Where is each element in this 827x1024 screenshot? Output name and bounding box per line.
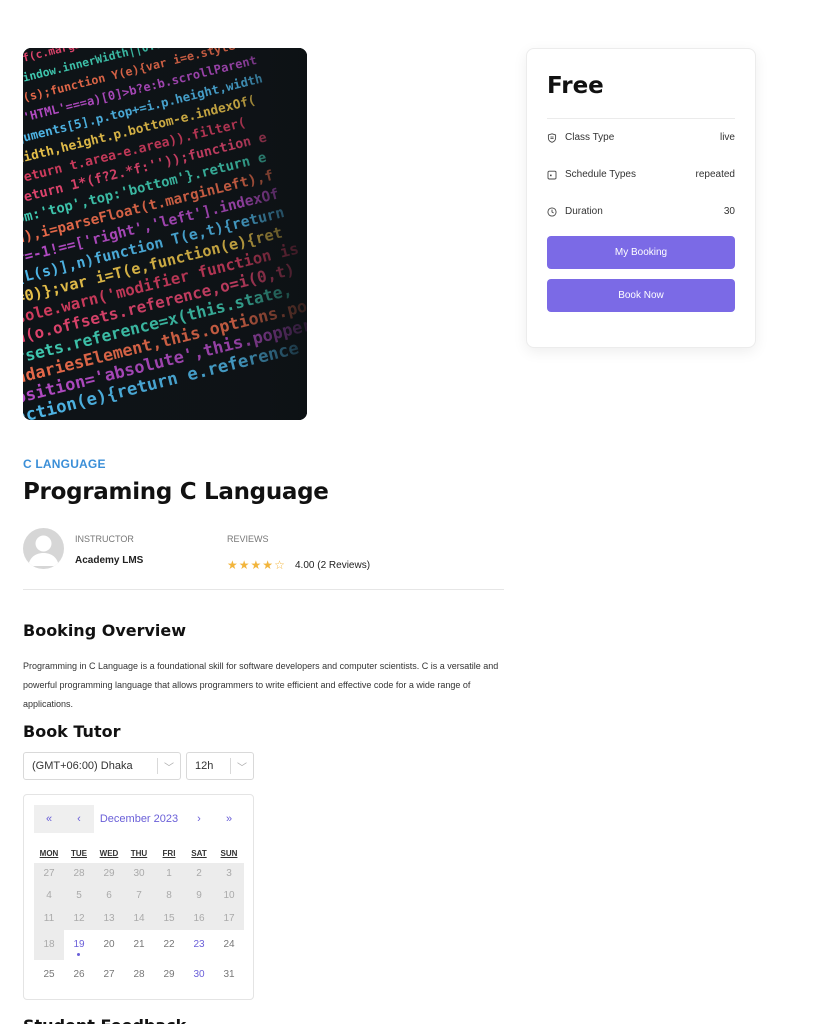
calendar-day: 4 xyxy=(34,885,64,907)
calendar-day: 6 xyxy=(94,885,124,907)
calendar-day[interactable]: 22 xyxy=(154,930,184,960)
calendar-day: 12 xyxy=(64,907,94,930)
book-now-button[interactable]: Book Now xyxy=(547,279,735,312)
student-feedback-heading: Student Feedback xyxy=(23,1016,186,1024)
booking-overview-heading: Booking Overview xyxy=(23,621,187,640)
weekday-label: SUN xyxy=(220,849,238,858)
calendar-navigation: « ‹ December 2023 › » xyxy=(34,805,244,833)
schedule-types-row: Schedule Types repeated xyxy=(547,156,735,193)
timezone-select[interactable]: (GMT+06:00) Dhaka ﹀ xyxy=(23,752,181,780)
book-tutor-heading: Book Tutor xyxy=(23,722,121,741)
calendar-day[interactable]: 27 xyxy=(94,960,124,990)
calendar-day[interactable]: 23 xyxy=(184,930,214,960)
chevron-down-icon: ﹀ xyxy=(164,762,174,774)
page-title: Programing C Language xyxy=(23,479,329,505)
calendar-days: 27 28 29 30 1 2 3 4 5 6 7 8 9 10 11 12 13 14 15 16 17 18 19 20 2… xyxy=(34,863,244,990)
weekday-header: MON TUE WED THU FRI SAT SUN xyxy=(34,849,244,858)
booking-calendar: « ‹ December 2023 › » MON TUE WED THU FRI SAT… xyxy=(23,794,254,1000)
calendar-day: 1 xyxy=(154,863,184,885)
weekday-label: WED xyxy=(99,849,119,858)
calendar-day: 10 xyxy=(214,885,244,907)
duration-label: Duration xyxy=(565,206,603,217)
calendar-day: 5 xyxy=(64,885,94,907)
calendar-day[interactable]: 25 xyxy=(34,960,64,990)
price-label: Free xyxy=(547,73,604,99)
timezone-value: (GMT+06:00) Dhaka xyxy=(32,760,133,772)
next-month-button[interactable]: › xyxy=(184,805,214,833)
course-category-link[interactable]: C LANGUAGE xyxy=(23,457,106,471)
calendar-day: 17 xyxy=(214,907,244,930)
instructor-label: INSTRUCTOR xyxy=(75,534,134,544)
class-type-label: Class Type xyxy=(565,132,615,143)
calendar-day[interactable]: 28 xyxy=(124,960,154,990)
calendar-day: 15 xyxy=(154,907,184,930)
calendar-week: 11 12 13 14 15 16 17 xyxy=(34,907,244,930)
calendar-day: 9 xyxy=(184,885,214,907)
calendar-day: 18 xyxy=(34,930,64,960)
prev-month-button[interactable]: ‹ xyxy=(64,805,94,833)
calendar-day[interactable]: 29 xyxy=(154,960,184,990)
chevron-down-icon: ﹀ xyxy=(237,762,247,774)
duration-row: Duration 30 xyxy=(547,193,735,230)
weekday-label: FRI xyxy=(162,849,176,858)
my-booking-button[interactable]: My Booking xyxy=(547,236,735,269)
calendar-day: 11 xyxy=(34,907,64,930)
calendar-week: 4 5 6 7 8 9 10 xyxy=(34,885,244,907)
class-type-row: Class Type live xyxy=(547,119,735,156)
star-filled-icon: ★ xyxy=(227,558,238,572)
weekday-label: SAT xyxy=(191,849,207,858)
star-filled-icon: ★ xyxy=(238,558,250,572)
time-format-value: 12h xyxy=(195,760,214,772)
reviews-label: REVIEWS xyxy=(227,534,269,544)
next-year-button[interactable]: » xyxy=(214,805,244,833)
schedule-types-value: repeated xyxy=(695,169,735,180)
shield-icon xyxy=(547,132,557,143)
clock-icon xyxy=(547,206,557,217)
user-icon xyxy=(28,535,59,566)
star-filled-icon: ★ xyxy=(262,558,274,572)
class-type-value: live xyxy=(719,132,735,143)
time-format-select[interactable]: 12h ﹀ xyxy=(186,752,254,780)
calendar-day: 29 xyxy=(94,863,124,885)
calendar-day: 27 xyxy=(34,863,64,885)
schedule-types-label: Schedule Types xyxy=(565,169,636,180)
calendar-day[interactable]: 19 xyxy=(64,930,94,960)
duration-value: 30 xyxy=(723,206,735,217)
calendar-day[interactable]: 24 xyxy=(214,930,244,960)
month-label[interactable]: December 2023 xyxy=(94,805,184,833)
course-thumbnail: if(c.marginTop=o.b[e];functionwindow.inn… xyxy=(23,48,307,420)
course-sidebar-card: Free Class Type live Schedule Types repe… xyxy=(526,48,756,348)
rating-stars: ★ ★ ★ ★ ☆ xyxy=(227,559,285,572)
calendar-day: 28 xyxy=(64,863,94,885)
calendar-icon xyxy=(547,170,557,180)
weekday-label: THU xyxy=(130,849,148,858)
calendar-week: 27 28 29 30 1 2 3 xyxy=(34,863,244,885)
calendar-day: 16 xyxy=(184,907,214,930)
prev-year-button[interactable]: « xyxy=(34,805,64,833)
course-description: Programming in C Language is a foundatio… xyxy=(23,661,499,709)
calendar-day[interactable]: 26 xyxy=(64,960,94,990)
weekday-label: MON xyxy=(39,849,59,858)
star-filled-icon: ★ xyxy=(250,558,262,572)
calendar-day[interactable]: 21 xyxy=(124,930,154,960)
calendar-day: 7 xyxy=(124,885,154,907)
avatar[interactable] xyxy=(23,528,64,569)
calendar-week: 18 19 20 21 22 23 24 xyxy=(34,930,244,960)
code-screen-image: if(c.marginTop=o.b[e];functionwindow.inn… xyxy=(23,48,307,420)
calendar-day: 3 xyxy=(214,863,244,885)
calendar-day: 30 xyxy=(124,863,154,885)
weekday-label: TUE xyxy=(71,849,87,858)
calendar-day[interactable]: 31 xyxy=(214,960,244,990)
calendar-week: 25 26 27 28 29 30 31 xyxy=(34,960,244,990)
star-empty-icon: ☆ xyxy=(274,558,285,572)
calendar-day: 14 xyxy=(124,907,154,930)
instructor-name-link[interactable]: Academy LMS xyxy=(75,555,143,566)
calendar-day: 2 xyxy=(184,863,214,885)
section-divider xyxy=(23,589,504,590)
rating-summary: 4.00 (2 Reviews) xyxy=(295,560,371,571)
calendar-day: 8 xyxy=(154,885,184,907)
calendar-day[interactable]: 30 xyxy=(184,960,214,990)
calendar-day[interactable]: 20 xyxy=(94,930,124,960)
calendar-day: 13 xyxy=(94,907,124,930)
